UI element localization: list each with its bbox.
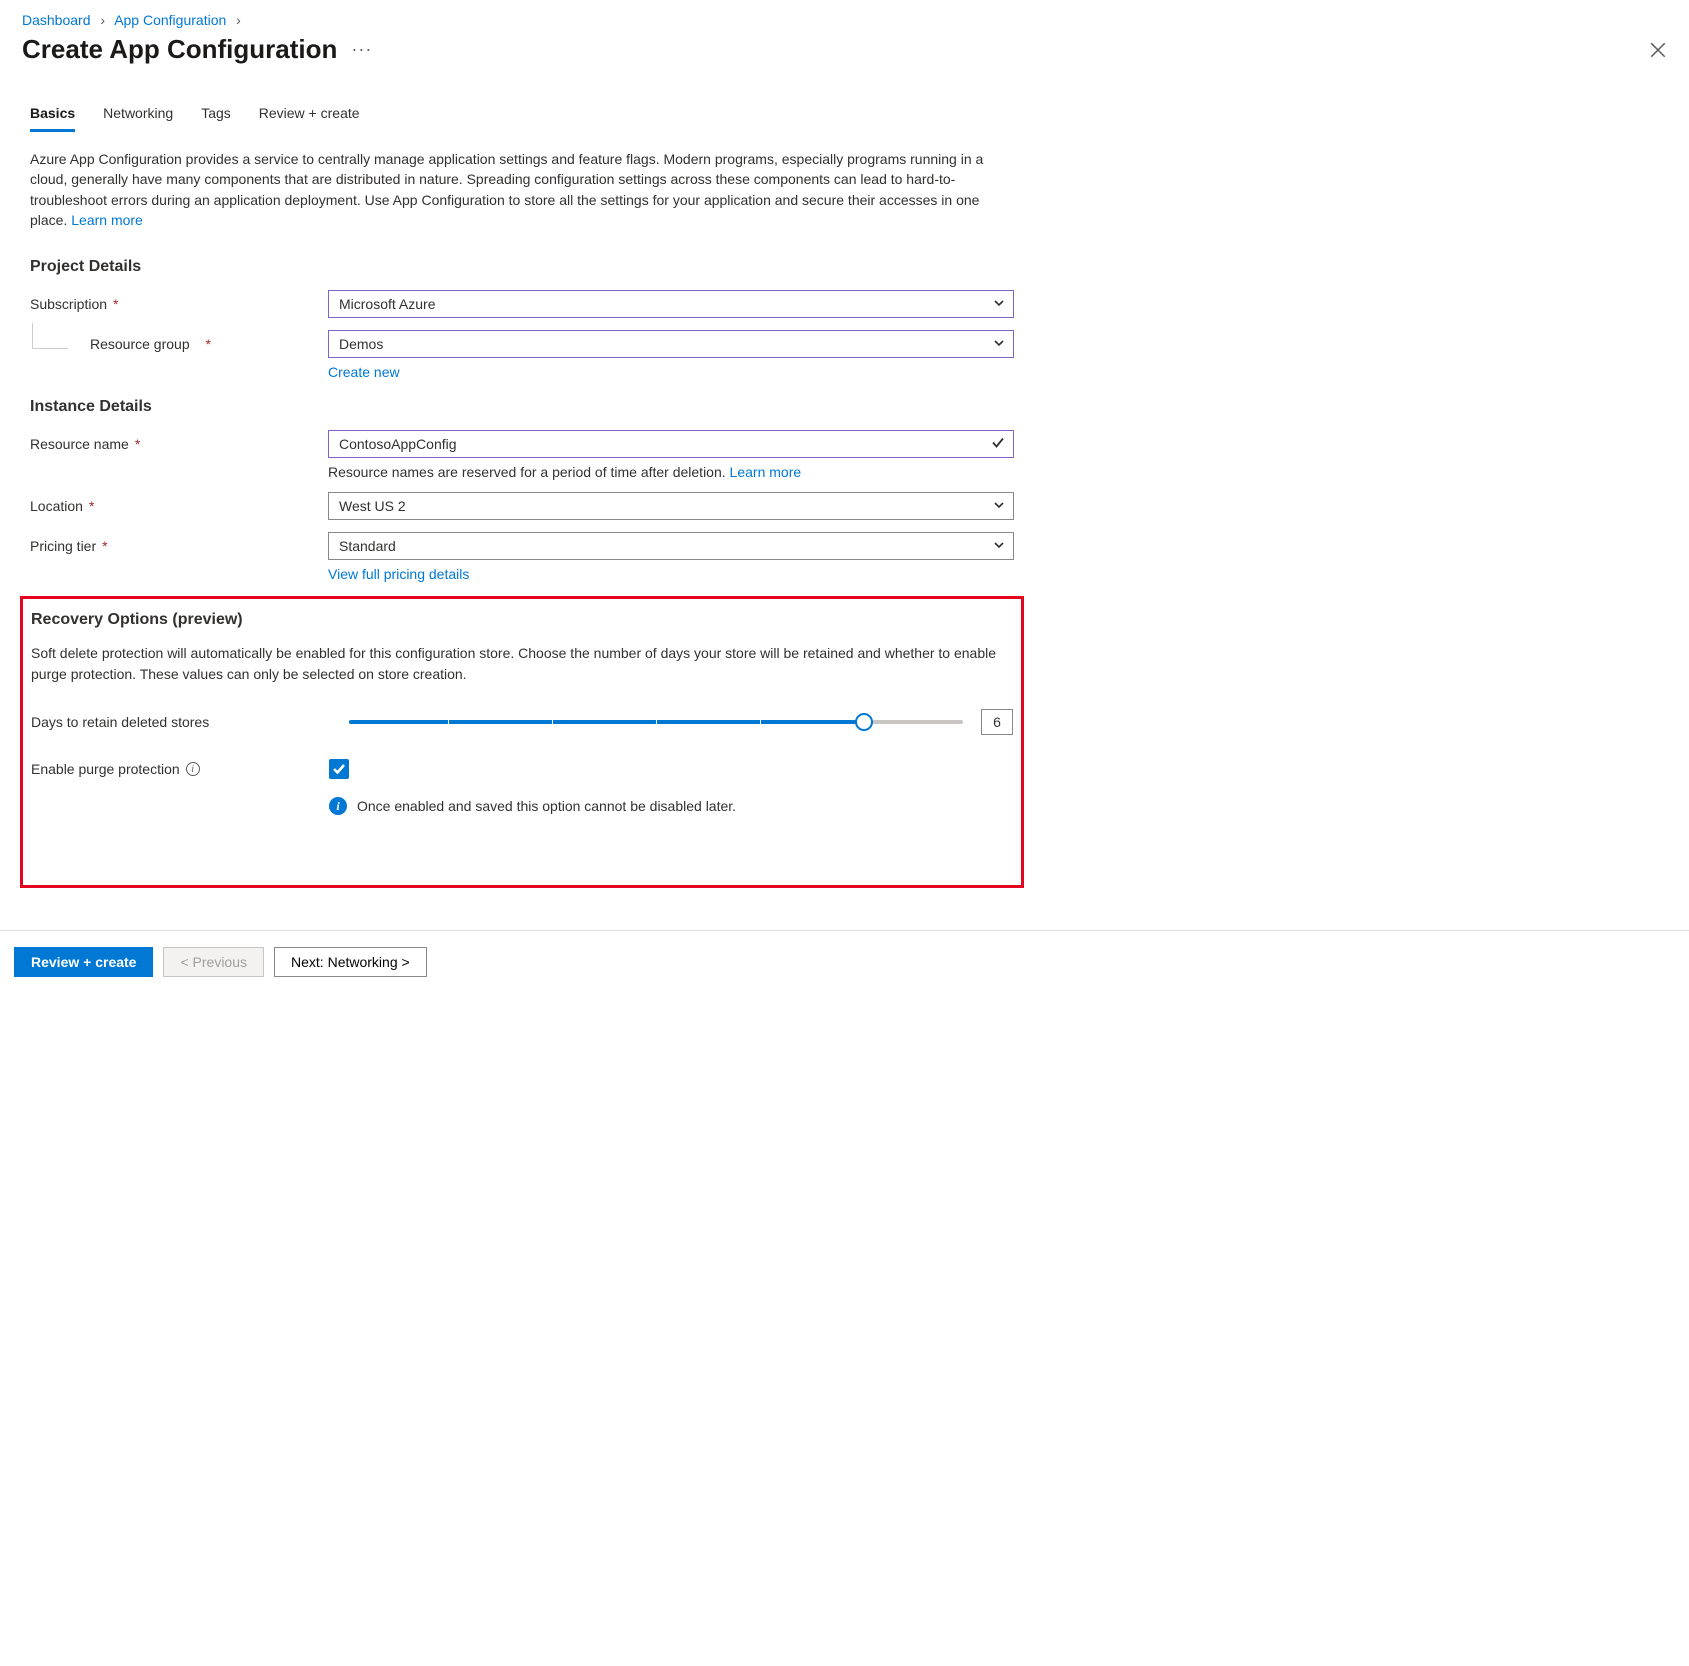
- tab-networking[interactable]: Networking: [103, 105, 173, 132]
- resource-name-helper: Resource names are reserved for a period…: [328, 464, 1014, 480]
- subscription-label: Subscription*: [30, 296, 328, 312]
- intro-text: Azure App Configuration provides a servi…: [30, 149, 1014, 230]
- tab-basics[interactable]: Basics: [30, 105, 75, 132]
- info-badge-icon: i: [329, 797, 347, 815]
- footer-bar: Review + create < Previous Next: Network…: [0, 930, 1689, 977]
- tabs: Basics Networking Tags Review + create: [30, 105, 1014, 133]
- purge-protection-checkbox[interactable]: [329, 759, 349, 779]
- chevron-down-icon: [993, 336, 1005, 352]
- days-retain-slider[interactable]: [341, 712, 971, 732]
- days-retain-value: 6: [981, 709, 1013, 735]
- resource-group-label: Resource group *: [30, 331, 328, 357]
- section-instance-details: Instance Details: [30, 398, 1014, 416]
- create-new-link[interactable]: Create new: [328, 364, 400, 380]
- page-title: Create App Configuration: [22, 34, 337, 65]
- chevron-down-icon: [993, 296, 1005, 312]
- chevron-down-icon: [993, 498, 1005, 514]
- pricing-details-link[interactable]: View full pricing details: [328, 566, 469, 582]
- breadcrumb: Dashboard › App Configuration ›: [22, 12, 1667, 28]
- purge-protection-info: Once enabled and saved this option canno…: [357, 798, 736, 814]
- info-icon[interactable]: i: [186, 762, 200, 776]
- section-recovery: Recovery Options (preview): [31, 611, 1013, 629]
- chevron-down-icon: [993, 538, 1005, 554]
- more-icon[interactable]: ···: [351, 39, 372, 60]
- subscription-select[interactable]: Microsoft Azure: [328, 290, 1014, 318]
- pricing-tier-label: Pricing tier*: [30, 538, 328, 554]
- resource-name-label: Resource name*: [30, 436, 328, 452]
- resource-group-select[interactable]: Demos: [328, 330, 1014, 358]
- chevron-right-icon: ›: [100, 12, 105, 28]
- location-label: Location*: [30, 498, 328, 514]
- breadcrumb-app-configuration[interactable]: App Configuration: [114, 12, 226, 28]
- pricing-tier-select[interactable]: Standard: [328, 532, 1014, 560]
- resource-name-learn-more-link[interactable]: Learn more: [730, 464, 802, 480]
- breadcrumb-dashboard[interactable]: Dashboard: [22, 12, 91, 28]
- location-select[interactable]: West US 2: [328, 492, 1014, 520]
- resource-name-input[interactable]: ContosoAppConfig: [328, 430, 1014, 458]
- learn-more-link[interactable]: Learn more: [71, 212, 143, 228]
- purge-protection-label: Enable purge protection i: [31, 761, 329, 777]
- recovery-description: Soft delete protection will automaticall…: [31, 643, 1013, 685]
- check-icon: [991, 436, 1005, 453]
- tab-review-create[interactable]: Review + create: [259, 105, 360, 132]
- section-project-details: Project Details: [30, 258, 1014, 276]
- review-create-button[interactable]: Review + create: [14, 947, 153, 977]
- tab-tags[interactable]: Tags: [201, 105, 231, 132]
- recovery-options-section: Recovery Options (preview) Soft delete p…: [20, 596, 1024, 888]
- chevron-right-icon: ›: [236, 12, 241, 28]
- next-button[interactable]: Next: Networking >: [274, 947, 427, 977]
- close-icon[interactable]: [1649, 41, 1667, 59]
- days-retain-label: Days to retain deleted stores: [31, 714, 341, 730]
- previous-button: < Previous: [163, 947, 264, 977]
